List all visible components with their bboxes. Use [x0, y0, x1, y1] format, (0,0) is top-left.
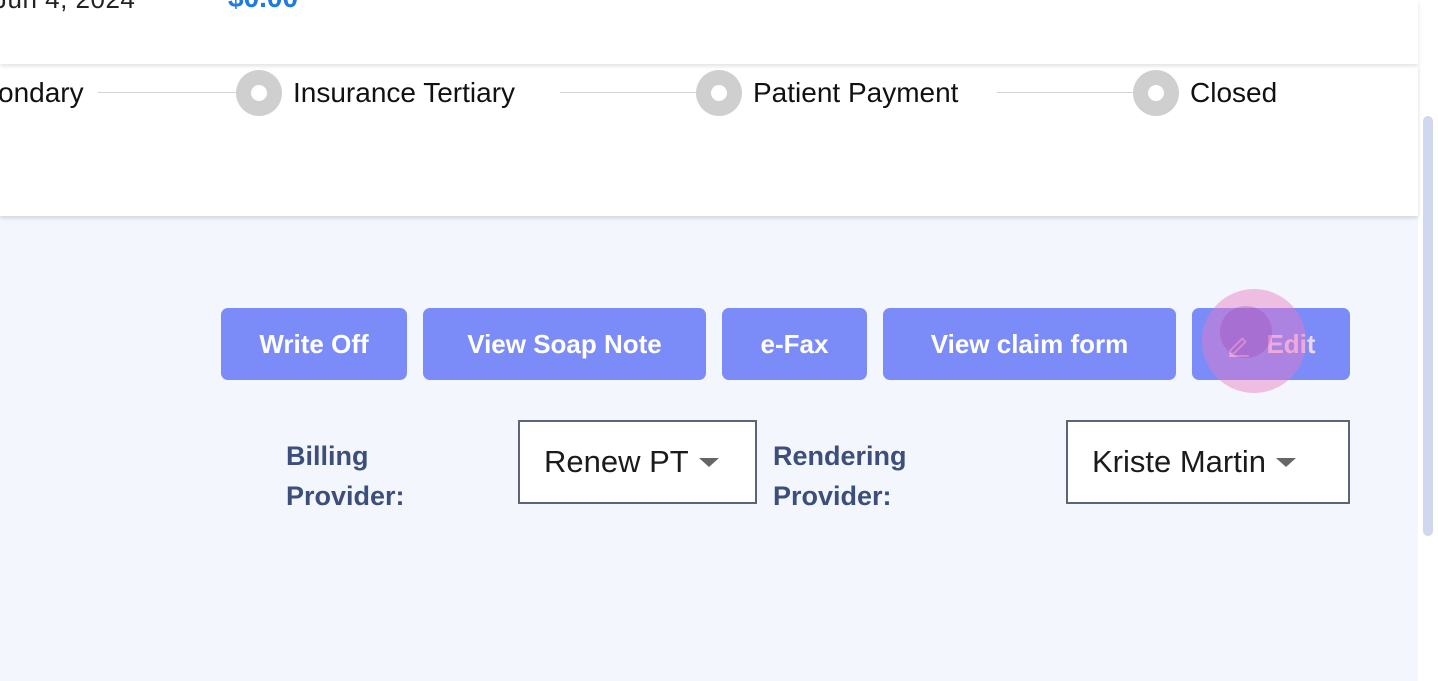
rendering-provider-label: Rendering Provider:: [773, 441, 907, 511]
billing-provider-value: Renew PT: [544, 444, 689, 479]
scrollbar-thumb[interactable]: [1423, 116, 1433, 536]
rendering-provider-select[interactable]: Kriste Martin: [1066, 420, 1350, 504]
step-connector: [997, 92, 1133, 93]
caret-down-icon: [698, 457, 719, 467]
pencil-icon: [1229, 337, 1250, 357]
billing-provider-label: Billing Provider:: [286, 441, 405, 511]
step-label-patient-payment: Patient Payment: [753, 77, 959, 108]
claim-summary-card: Jun 4, 2024 $0.00: [0, 0, 1418, 64]
step-circle-closed: [1133, 70, 1179, 116]
step-label-closed: Closed: [1190, 77, 1278, 108]
step-label-insurance-secondary: ondary: [0, 77, 84, 108]
step-connector: [560, 92, 696, 93]
claim-status-stepper: ondary Insurance Tertiary Patient Paymen…: [0, 64, 1418, 216]
view-claim-form-button[interactable]: View claim form: [883, 308, 1176, 380]
claim-date-text: Jun 4, 2024: [0, 0, 135, 15]
rendering-provider-value: Kriste Martin: [1092, 444, 1266, 479]
view-soap-note-button[interactable]: View Soap Note: [423, 308, 706, 380]
edit-button[interactable]: Edit: [1192, 308, 1350, 380]
step-circle-insurance-tertiary: [236, 70, 282, 116]
claim-amount-text: $0.00: [228, 0, 298, 14]
write-off-button[interactable]: Write Off: [221, 308, 407, 380]
step-connector: [98, 92, 238, 93]
edit-button-label: Edit: [1266, 328, 1316, 359]
step-circle-patient-payment: [696, 70, 742, 116]
caret-down-icon: [1275, 457, 1296, 467]
step-label-insurance-tertiary: Insurance Tertiary: [293, 77, 516, 108]
efax-button[interactable]: e-Fax: [722, 308, 867, 380]
billing-provider-select[interactable]: Renew PT: [518, 420, 757, 504]
